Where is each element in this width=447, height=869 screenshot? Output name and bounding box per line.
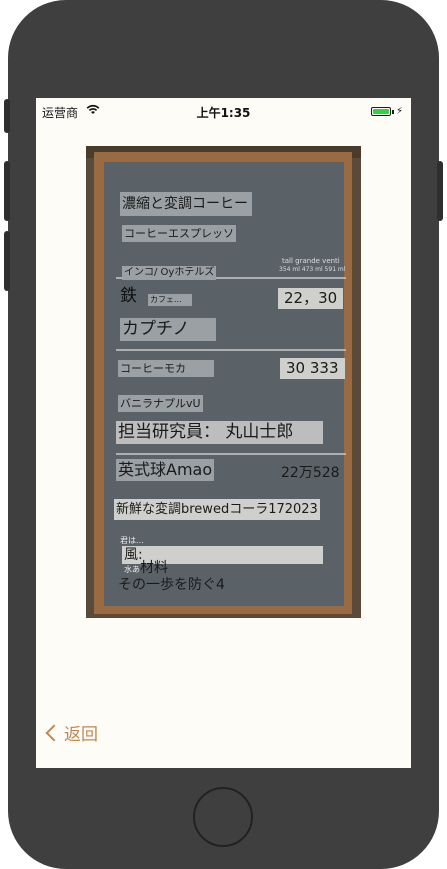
- menu-english: 英式球Amao: [116, 459, 215, 481]
- menu-heading-1: 濃縮と変調コーヒー: [120, 192, 252, 216]
- screen: 运营商 上午1:35 ⚡ 濃縮と変調コーヒー コーヒーエスプレッソ インコ/ O…: [36, 98, 411, 768]
- menu-section: インコ/ Oyホテルズ: [122, 266, 217, 280]
- menu-heading-2: コーヒーエスプレッソ: [122, 225, 236, 242]
- volume-up-button: [4, 161, 10, 221]
- status-bar: 运营商 上午1:35 ⚡: [36, 98, 411, 122]
- mute-switch: [4, 99, 10, 133]
- menu-fresh: 新鮮な変調brewedコーラ172023: [114, 499, 320, 520]
- price-3: 22万528: [281, 465, 340, 481]
- power-button: [437, 161, 443, 221]
- back-button-label: 返回: [64, 725, 98, 745]
- chevron-left-icon: [45, 724, 63, 741]
- menu-mocha: コーヒーモカ: [118, 360, 214, 377]
- size-labels: tall grande venti: [282, 257, 340, 265]
- volume-down-button: [4, 231, 10, 291]
- charging-icon: ⚡: [395, 106, 403, 117]
- battery-icon: ⚡: [370, 106, 403, 117]
- home-button[interactable]: [193, 787, 253, 847]
- menu-prevent: その一歩を防ぐ4: [118, 577, 225, 593]
- menu-ingredients: 材料: [140, 560, 168, 576]
- size-ml-labels: 354 ml 473 ml 591 ml: [279, 266, 346, 273]
- menu-iron-note: カフェ...: [148, 294, 192, 306]
- menu-vanilla: バニラナプルvU: [118, 395, 203, 412]
- menu-small-1: 君は...: [120, 536, 144, 545]
- menu-small-2: 水あ: [124, 565, 140, 574]
- menu-photo: 濃縮と変調コーヒー コーヒーエスプレッソ インコ/ Oyホテルズ tall gr…: [86, 146, 361, 618]
- back-button[interactable]: 返回: [45, 720, 98, 745]
- phone-frame: 运营商 上午1:35 ⚡ 濃縮と変調コーヒー コーヒーエスプレッソ インコ/ O…: [0, 0, 447, 869]
- menu-iron: 鉄: [120, 286, 137, 306]
- price-1: 22，30: [278, 288, 344, 309]
- price-2: 30 333: [280, 358, 345, 379]
- menu-cappuccino: カプチノ: [120, 318, 216, 341]
- menu-researcher: 担当研究員： 丸山士郎: [116, 421, 324, 444]
- status-time: 上午1:35: [196, 106, 251, 120]
